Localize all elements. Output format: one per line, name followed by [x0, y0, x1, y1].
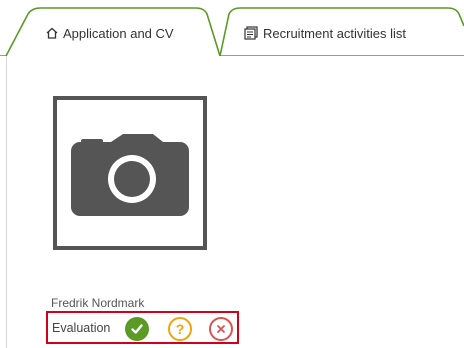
tab-label: Application and CV [63, 25, 174, 41]
reject-button[interactable] [209, 317, 233, 341]
check-icon [131, 324, 143, 334]
question-icon: ? [175, 321, 185, 337]
evaluation-label: Evaluation [52, 321, 111, 335]
content-border [6, 56, 7, 348]
document-list-icon [244, 26, 258, 40]
candidate-photo-placeholder[interactable] [53, 96, 207, 250]
tab-recruitment-activities[interactable]: Recruitment activities list [244, 20, 406, 46]
camera-icon [71, 134, 189, 216]
tab-bar: Application and CV Recruitment activitie… [0, 0, 464, 56]
home-icon [46, 27, 58, 39]
tab-application-cv[interactable]: Application and CV [46, 20, 174, 46]
candidate-name: Fredrik Nordmark [51, 296, 145, 310]
approve-button[interactable] [125, 317, 149, 341]
close-icon [217, 325, 225, 333]
tab-label: Recruitment activities list [263, 25, 407, 41]
evaluation-panel: Evaluation ? [46, 311, 239, 344]
maybe-button[interactable]: ? [168, 317, 192, 341]
